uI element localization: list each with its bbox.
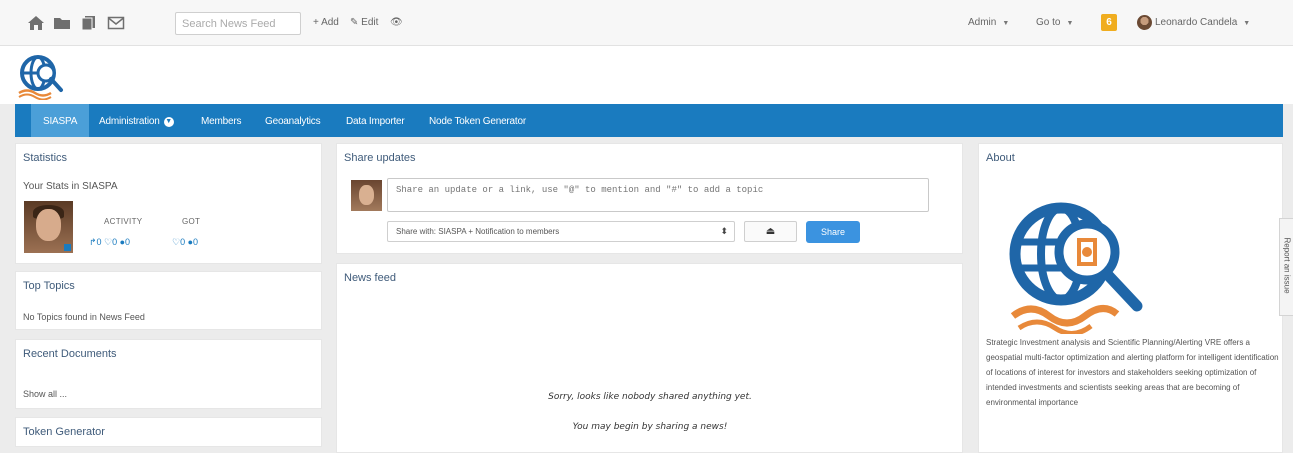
report-issue-tab[interactable]: Report an issue xyxy=(1279,218,1293,316)
got-label: GOT xyxy=(182,217,201,226)
share-updates-panel: Share updates Share with: SIASPA + Notif… xyxy=(336,143,963,254)
add-button[interactable]: + Add xyxy=(313,17,339,28)
got-counts[interactable]: ♡0 ●0 xyxy=(172,237,198,248)
goto-label: Go to xyxy=(1036,17,1061,28)
goto-menu[interactable]: Go to ▼ xyxy=(1036,17,1073,28)
share-button[interactable]: Share xyxy=(806,221,860,243)
nav-item-data-importer[interactable]: Data Importer xyxy=(346,104,405,137)
eye-icon[interactable]: 👁 xyxy=(390,17,403,28)
edit-icon: ✎ xyxy=(350,17,359,28)
linkedin-icon xyxy=(64,244,71,251)
avatar-face xyxy=(36,209,61,241)
chevron-down-icon: ▼ xyxy=(1243,20,1251,27)
documents-icon[interactable] xyxy=(80,15,98,31)
panel-title: Top Topics xyxy=(23,280,75,292)
stats-subtitle: Your Stats in SIASPA xyxy=(23,181,118,192)
top-bar: + Add ✎ Edit 👁 Admin ▼ Go to ▼ 6 Leonardo … xyxy=(0,0,1293,46)
admin-label: Admin xyxy=(968,17,997,28)
chevron-down-icon: ▼ xyxy=(1066,20,1074,27)
upload-icon: ⏏ xyxy=(765,226,776,237)
nav-item-siaspa[interactable]: SIASPA xyxy=(31,104,90,137)
avatar xyxy=(351,180,382,211)
panel-title: About xyxy=(986,152,1015,164)
share-update-input[interactable] xyxy=(387,178,929,212)
user-menu[interactable]: Leonardo Candela ▼ xyxy=(1155,17,1250,28)
about-panel: About Strategic Investment analysis and … xyxy=(978,143,1283,453)
avatar[interactable] xyxy=(1137,15,1152,30)
nav-item-members[interactable]: Members xyxy=(201,104,241,137)
nav-item-label: Administration xyxy=(99,116,160,127)
admin-menu[interactable]: Admin ▼ xyxy=(968,17,1009,28)
edit-button[interactable]: ✎ Edit xyxy=(350,17,378,28)
main-nav: SIASPA Administration ▼ Members Geoanalyt… xyxy=(15,104,1283,137)
share-with-value: Share with: SIASPA + Notification to mem… xyxy=(396,227,560,236)
edit-label: Edit xyxy=(361,17,379,28)
empty-feed-hint: You may begin by sharing a news! xyxy=(572,422,728,432)
share-with-select[interactable]: Share with: SIASPA + Notification to mem… xyxy=(387,221,735,242)
recent-documents-panel: Recent Documents Show all ... xyxy=(15,339,322,409)
token-generator-panel: Token Generator xyxy=(15,417,322,447)
activity-counts[interactable]: ↱0 ♡0 ●0 xyxy=(89,237,130,248)
nav-item-geoanalytics[interactable]: Geoanalytics xyxy=(265,104,321,137)
avatar-face xyxy=(359,185,374,205)
site-logo[interactable] xyxy=(15,52,67,100)
top-topics-panel: Top Topics No Topics found in News Feed xyxy=(15,271,322,330)
avatar[interactable] xyxy=(24,201,73,253)
header-band xyxy=(0,46,1293,104)
panel-title: Share updates xyxy=(344,152,416,164)
notification-badge[interactable]: 6 xyxy=(1101,14,1117,31)
mail-icon[interactable] xyxy=(107,15,125,31)
chevron-updown-icon: ⬍ xyxy=(720,226,728,236)
statistics-panel: Statistics Your Stats in SIASPA ACTIVITY… xyxy=(15,143,322,264)
empty-feed-message: Sorry, looks like nobody shared anything… xyxy=(548,392,752,402)
home-icon[interactable] xyxy=(27,15,45,31)
panel-title: Token Generator xyxy=(23,426,105,438)
activity-label: ACTIVITY xyxy=(104,217,143,226)
news-feed-panel: News feed Sorry, looks like nobody share… xyxy=(336,263,963,453)
user-name: Leonardo Candela xyxy=(1155,17,1238,28)
report-issue-label: Report an issue xyxy=(1282,237,1292,294)
search-input[interactable] xyxy=(175,12,301,35)
panel-title: Recent Documents xyxy=(23,348,117,360)
show-all-link[interactable]: Show all ... xyxy=(23,389,67,399)
panel-title: Statistics xyxy=(23,152,68,164)
nav-item-node-token-generator[interactable]: Node Token Generator xyxy=(429,104,526,137)
about-description: Strategic Investment analysis and Scient… xyxy=(986,338,1279,407)
upload-button[interactable]: ⏏ xyxy=(744,221,797,242)
panel-title: News feed xyxy=(344,272,396,284)
chevron-down-icon: ▼ xyxy=(163,117,174,127)
site-logo xyxy=(1009,202,1143,334)
folder-icon[interactable] xyxy=(53,15,71,31)
nav-item-administration[interactable]: Administration ▼ xyxy=(99,104,174,137)
chevron-down-icon: ▼ xyxy=(1002,20,1010,27)
top-topics-empty: No Topics found in News Feed xyxy=(23,312,145,322)
